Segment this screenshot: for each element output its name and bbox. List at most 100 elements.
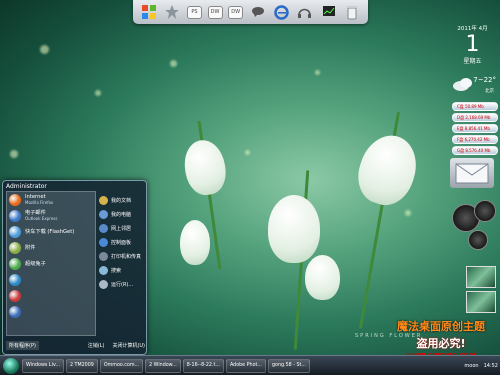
- place-label: 我的电脑: [111, 211, 132, 218]
- shutdown-button[interactable]: 关闭计算机(U): [112, 342, 145, 349]
- start-menu-place[interactable]: 网上邻居: [99, 221, 145, 235]
- bokeh-light: [245, 150, 250, 155]
- drive-meter-gadget[interactable]: C盘 50.89 Mb D盘 2,168.69 Mb E盘 8,856.41 Mb F…: [452, 102, 498, 157]
- snowdrop-flower: [350, 128, 425, 212]
- place-icon: [99, 279, 108, 289]
- start-menu-place[interactable]: 打印机和传真: [99, 249, 145, 263]
- bokeh-light: [40, 45, 49, 54]
- program-label: 附件: [25, 245, 35, 251]
- calendar-day: 1: [465, 32, 480, 57]
- place-label: 运行(R)...: [111, 281, 134, 288]
- program-icon: [9, 242, 21, 254]
- start-button[interactable]: [3, 357, 19, 374]
- calendar-gadget[interactable]: 2011年 4月 1 星期五: [445, 24, 500, 65]
- taskbar-button[interactable]: 2 TM2009: [65, 358, 98, 373]
- program-name: 附件: [25, 245, 36, 251]
- start-menu-place[interactable]: 控制面板: [99, 235, 145, 249]
- cloud-icon: [453, 78, 472, 91]
- clock[interactable]: 14:52: [484, 363, 498, 369]
- taskbar-buttons: Windows Liv... 2 TM2009 Ommoo.com... 2 Wind…: [22, 358, 312, 373]
- start-menu-program[interactable]: [7, 304, 95, 320]
- snowdrop-flower: [180, 220, 210, 265]
- program-subtitle: Outlook Express: [25, 216, 58, 221]
- place-icon: [99, 251, 108, 261]
- place-label: 搜索: [111, 267, 122, 274]
- calendar-year-month: 2011年 4月: [457, 26, 488, 32]
- place-label: 我的文档: [111, 197, 132, 204]
- place-icon: [99, 209, 108, 219]
- bokeh-light: [170, 60, 177, 67]
- system-tray: moon 14:52: [464, 359, 498, 373]
- place-icon: [99, 195, 108, 205]
- start-menu-place[interactable]: 我的电脑: [99, 207, 145, 221]
- slideshow-thumbnail[interactable]: [466, 266, 496, 288]
- dw-icon[interactable]: DW: [207, 5, 223, 19]
- cpu-gauge-gadget[interactable]: [450, 200, 496, 252]
- brand-line1: 魔法桌面原创主题: [397, 320, 485, 333]
- start-menu-program[interactable]: 附件: [7, 240, 95, 256]
- bokeh-light: [95, 90, 101, 96]
- ps-icon[interactable]: PS: [186, 5, 202, 19]
- start-menu-program[interactable]: 超级兔子: [7, 256, 95, 272]
- program-icon: [9, 210, 21, 222]
- ie-icon[interactable]: [272, 3, 290, 21]
- snowdrop-flower: [305, 255, 340, 300]
- top-dock: PS DW DW: [133, 0, 368, 24]
- drive-meter-bar: D盘 2,168.69 Mb: [452, 113, 498, 122]
- drive-meter-bar: G盘 8,576.40 Mb: [452, 146, 498, 155]
- brand-line2: 盗用必究!: [416, 337, 466, 350]
- program-icon: [9, 194, 21, 206]
- start-menu-place[interactable]: 搜索: [99, 263, 145, 277]
- start-menu-place[interactable]: 运行(R)...: [99, 277, 145, 291]
- trash-icon[interactable]: [343, 3, 361, 21]
- taskbar-button[interactable]: Windows Liv...: [22, 358, 64, 373]
- slideshow-gadget[interactable]: [466, 266, 496, 316]
- bokeh-light: [10, 150, 18, 158]
- taskbar: Windows Liv... 2 TM2009 Ommoo.com... 2 Wind…: [0, 355, 500, 375]
- logoff-button[interactable]: 注销(L): [88, 342, 105, 349]
- snowdrop-flower: [268, 195, 320, 263]
- taskbar-button[interactable]: Adobe Phot...: [225, 358, 266, 373]
- program-icon: [9, 274, 21, 286]
- taskbar-button[interactable]: Ommoo.com...: [99, 358, 144, 373]
- program-label: 快车下载 (FlashGet): [25, 229, 74, 235]
- tray-label[interactable]: moon: [464, 363, 478, 369]
- taskbar-button[interactable]: 2 Window...: [145, 358, 181, 373]
- program-name: 超级兔子: [25, 261, 46, 267]
- all-programs-button[interactable]: 所有程序(P): [6, 340, 39, 350]
- windows-logo-icon[interactable]: [140, 3, 158, 21]
- dw2-icon[interactable]: DW: [228, 5, 244, 19]
- monitor-icon[interactable]: [320, 3, 338, 21]
- program-icon: [9, 290, 21, 302]
- bokeh-light: [405, 210, 411, 216]
- slideshow-thumbnail[interactable]: [466, 291, 496, 313]
- weather-gadget[interactable]: 7~22° 北京: [452, 72, 498, 100]
- place-label: 网上邻居: [111, 225, 132, 232]
- start-menu-footer: 所有程序(P) 注销(L) 关闭计算机(U): [6, 339, 145, 351]
- start-menu-program[interactable]: [7, 272, 95, 288]
- memory-gauge-icon: [474, 200, 496, 222]
- taskbar-button[interactable]: 8-16--8-22.t...: [182, 358, 224, 373]
- drive-meter-bar: C盘 50.89 Mb: [452, 102, 498, 111]
- bokeh-light: [315, 70, 320, 75]
- mail-gadget[interactable]: [450, 158, 494, 188]
- weather-temp: 7~22°: [473, 76, 496, 84]
- place-label: 控制面板: [111, 239, 132, 246]
- program-label: 电子邮件 Outlook Express: [25, 210, 57, 222]
- start-menu-program[interactable]: Internet Mozilla Firefox: [7, 192, 95, 208]
- program-subtitle: Mozilla Firefox: [25, 200, 54, 205]
- start-menu-program[interactable]: [7, 288, 95, 304]
- brand-watermark: 魔法桌面原创主题 盗用必究! www.ommoo.com: [382, 318, 500, 359]
- start-menu-program[interactable]: 电子邮件 Outlook Express: [7, 208, 95, 224]
- chat-icon[interactable]: [249, 3, 267, 21]
- start-menu-place[interactable]: 我的文档: [99, 193, 145, 207]
- place-icon: [99, 265, 108, 275]
- taskbar-button[interactable]: gong.58 - St...: [267, 358, 310, 373]
- drive-meter-bar: F盘 6,270.42 Mb: [452, 135, 498, 144]
- headphones-icon[interactable]: [296, 3, 314, 21]
- start-menu-program[interactable]: 快车下载 (FlashGet): [7, 224, 95, 240]
- start-menu-programs: Internet Mozilla Firefox 电子邮件 Outlook Expre…: [6, 191, 96, 336]
- star-icon[interactable]: [163, 3, 181, 21]
- calendar-weekday: 星期五: [463, 58, 482, 65]
- drive-meter-bar: E盘 8,856.41 Mb: [452, 124, 498, 133]
